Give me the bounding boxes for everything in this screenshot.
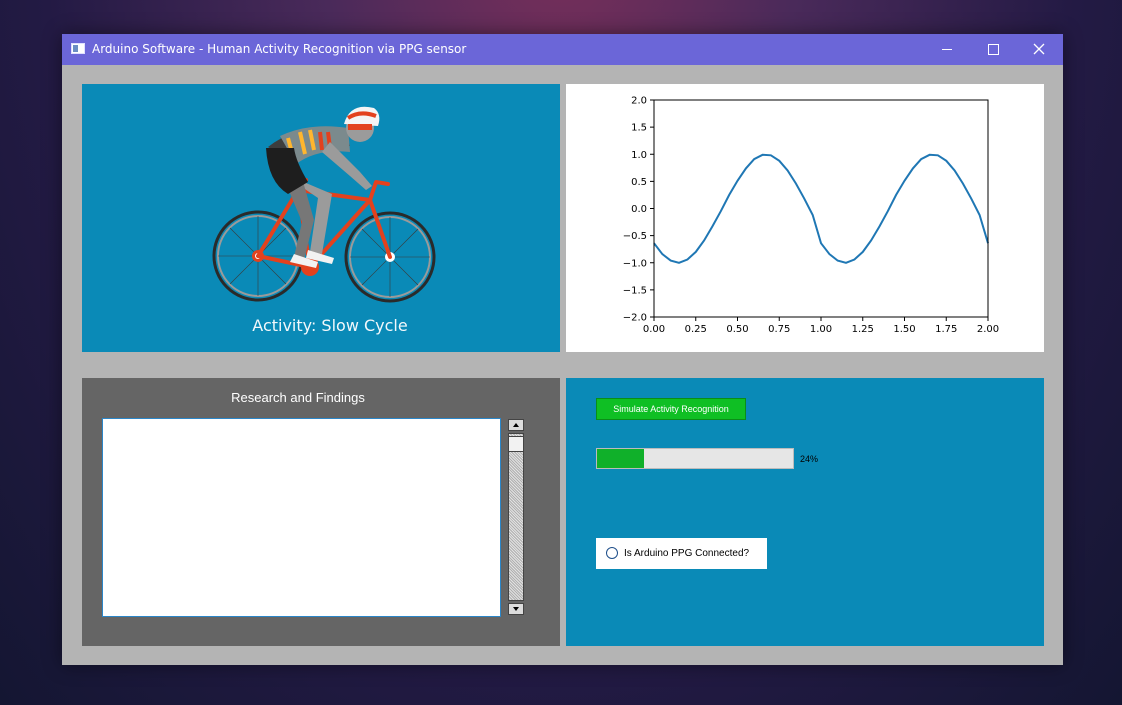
- scrollbar-track[interactable]: [508, 433, 524, 601]
- y-tick-label: 0.0: [631, 204, 647, 215]
- x-tick-label: 0.50: [726, 324, 748, 335]
- plot-frame: [653, 99, 989, 318]
- ppg-chart-panel: 0.00 0.25 0.50 0.75 1.00 1.25 1.50 1.75 2.00 2.0 1…: [566, 84, 1044, 352]
- research-title: Research and Findings: [231, 390, 365, 405]
- progress-fill: [597, 449, 645, 468]
- y-tick-label: 1.5: [631, 123, 647, 134]
- x-tick-label: 1.75: [935, 324, 957, 335]
- research-panel: Research and Findings: [82, 378, 560, 646]
- scroll-up-arrow-icon[interactable]: [508, 419, 524, 431]
- window-title: Arduino Software - Human Activity Recogn…: [92, 42, 467, 56]
- x-tick-label: 2.00: [977, 324, 999, 335]
- simulate-activity-button[interactable]: Simulate Activity Recognition: [596, 398, 746, 420]
- x-tick-label: 0.75: [768, 324, 790, 335]
- minimize-icon[interactable]: [924, 34, 970, 65]
- x-tick-label: 1.50: [893, 324, 915, 335]
- y-tick-label: 2.0: [631, 96, 647, 107]
- ppg-connected-label: Is Arduino PPG Connected?: [624, 548, 750, 559]
- y-tick-label: 0.5: [631, 177, 647, 188]
- x-tick-label: 1.00: [810, 324, 832, 335]
- ppg-connection-option[interactable]: Is Arduino PPG Connected?: [596, 538, 767, 569]
- control-panel: Simulate Activity Recognition 24% Is Ard…: [566, 378, 1044, 646]
- close-icon[interactable]: [1016, 34, 1062, 65]
- x-tick-label: 0.00: [643, 324, 665, 335]
- scrollbar-thumb[interactable]: [508, 436, 524, 452]
- cyclist-illustration: [212, 106, 436, 303]
- y-tick-label: −2.0: [623, 313, 647, 324]
- ppg-connected-radio[interactable]: [606, 547, 618, 559]
- series-line: [653, 153, 989, 264]
- scroll-down-arrow-icon[interactable]: [508, 603, 524, 615]
- maximize-icon[interactable]: [970, 34, 1016, 65]
- progress-percent-label: 24%: [800, 454, 819, 464]
- app-icon: [71, 43, 85, 54]
- activity-label: Activity: Slow Cycle: [252, 316, 408, 335]
- x-tick-label: 1.25: [852, 324, 874, 335]
- activity-panel: Activity: Slow Cycle: [82, 84, 560, 352]
- ppg-signal-chart: 0.00 0.25 0.50 0.75 1.00 1.25 1.50 1.75 2.00 2.0 1…: [623, 96, 999, 336]
- x-tick-label: 0.25: [685, 324, 707, 335]
- y-tick-label: −0.5: [623, 231, 647, 242]
- y-tick-label: −1.0: [623, 258, 647, 269]
- research-scrollbar[interactable]: [508, 419, 526, 618]
- title-bar[interactable]: Arduino Software - Human Activity Recogn…: [62, 34, 1063, 65]
- y-tick-label: −1.5: [623, 285, 647, 296]
- research-text-area[interactable]: [102, 418, 501, 617]
- y-tick-label: 1.0: [631, 150, 647, 161]
- recognition-progress-bar: [596, 448, 794, 469]
- app-window: Arduino Software - Human Activity Recogn…: [62, 34, 1063, 665]
